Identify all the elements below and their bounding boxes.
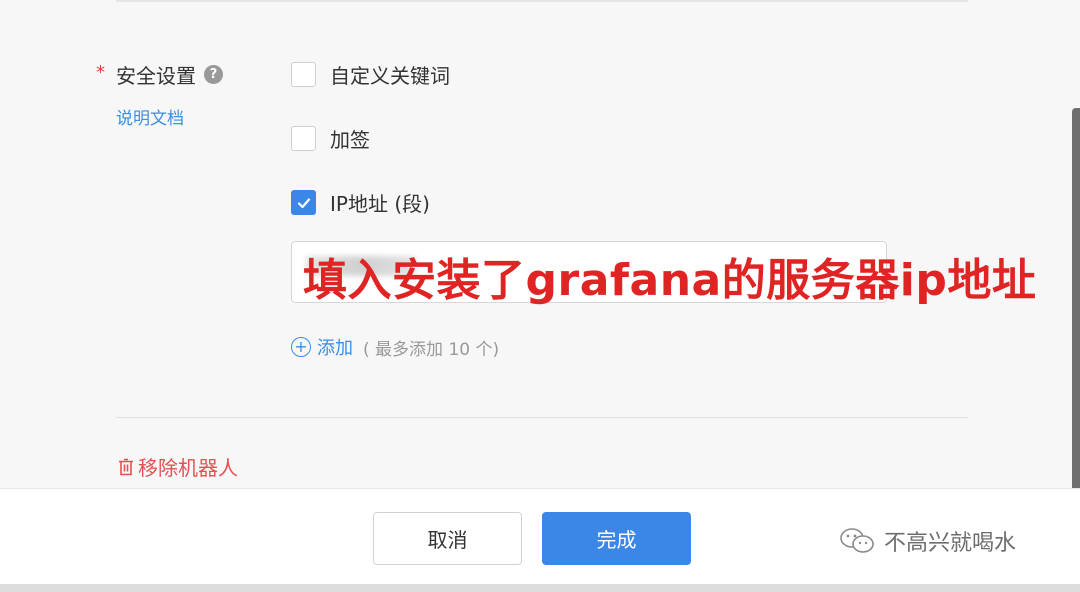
done-button[interactable]: 完成 bbox=[542, 512, 691, 565]
custom-keyword-checkbox[interactable] bbox=[291, 62, 316, 87]
scrollbar-thumb[interactable] bbox=[1072, 108, 1080, 528]
top-divider bbox=[116, 0, 968, 2]
help-icon[interactable]: ? bbox=[204, 65, 223, 84]
trash-icon bbox=[119, 458, 133, 475]
add-limit-hint: ( 最多添加 10 个) bbox=[363, 339, 500, 360]
custom-keyword-label: 自定义关键词 bbox=[330, 64, 450, 88]
check-icon bbox=[297, 197, 310, 208]
option-signature[interactable]: 加签 bbox=[291, 124, 370, 153]
signature-checkbox[interactable] bbox=[291, 126, 316, 151]
option-ip-address[interactable]: IP地址 (段) bbox=[291, 188, 430, 217]
signature-label: 加签 bbox=[330, 128, 370, 152]
add-ip-row[interactable]: + 添加 ( 最多添加 10 个) bbox=[291, 334, 499, 360]
remove-robot-label: 移除机器人 bbox=[138, 456, 238, 480]
docs-link[interactable]: 说明文档 bbox=[116, 104, 184, 129]
watermark-text: 不高兴就喝水 bbox=[884, 531, 1017, 556]
cancel-button[interactable]: 取消 bbox=[373, 512, 522, 565]
red-annotation: 填入安装了grafana的服务器ip地址 bbox=[303, 255, 1037, 306]
watermark: 不高兴就喝水 bbox=[838, 525, 1016, 557]
add-ip-button[interactable]: 添加 bbox=[317, 334, 353, 360]
add-circle-icon[interactable]: + bbox=[291, 337, 311, 357]
background-strip bbox=[0, 584, 1080, 592]
ip-address-label: IP地址 (段) bbox=[330, 192, 430, 216]
ip-address-checkbox[interactable] bbox=[291, 190, 316, 215]
dialog-footer: 取消 完成 不高兴就喝水 bbox=[0, 488, 1080, 584]
security-settings-label: 安全设置 ? bbox=[116, 60, 223, 89]
remove-robot-button[interactable]: 移除机器人 bbox=[116, 452, 238, 481]
option-custom-keyword[interactable]: 自定义关键词 bbox=[291, 60, 450, 89]
section-divider bbox=[116, 417, 968, 418]
security-settings-text: 安全设置 bbox=[116, 64, 196, 88]
required-mark: * bbox=[96, 62, 105, 83]
wechat-icon bbox=[840, 528, 874, 553]
